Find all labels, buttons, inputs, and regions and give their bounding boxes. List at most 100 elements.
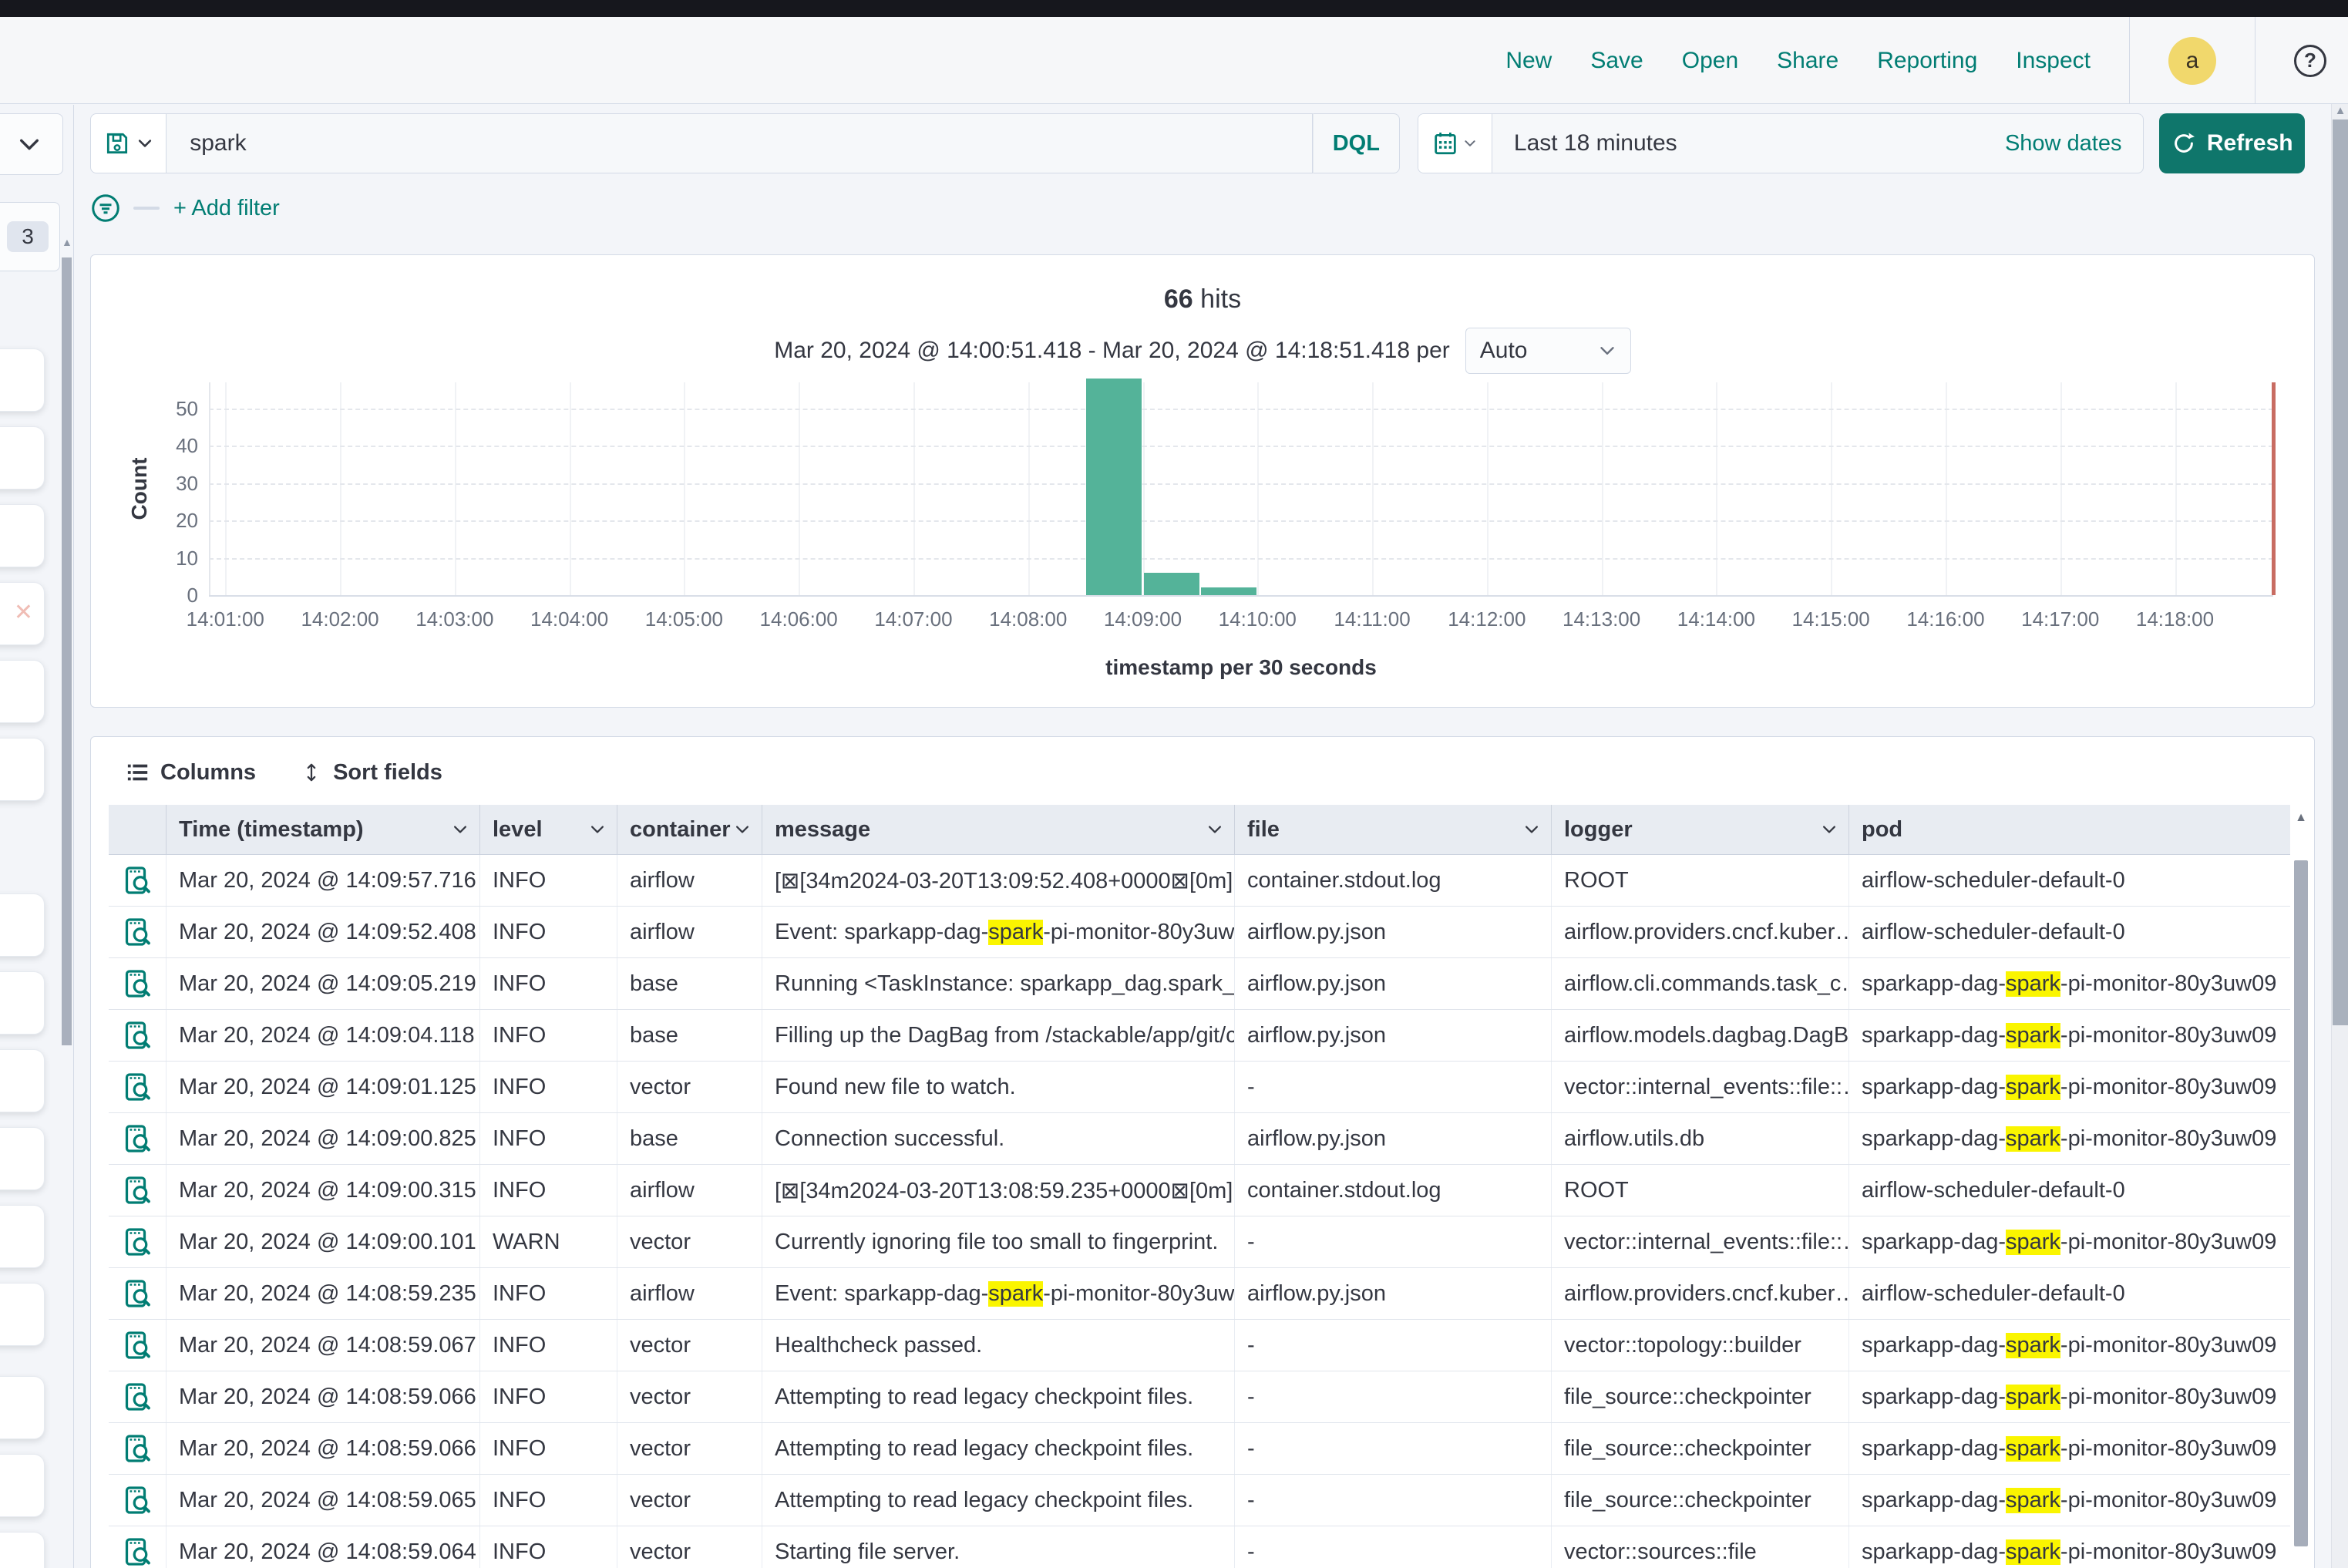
search-query-input[interactable]: spark [167, 113, 1313, 173]
histogram-chart[interactable]: 0102030405014:01:0014:02:0014:03:0014:04… [91, 255, 2314, 707]
file-cell[interactable]: - [1235, 1216, 1552, 1267]
level-cell[interactable]: INFO [480, 907, 617, 957]
file-cell[interactable]: airflow.py.json [1235, 958, 1552, 1009]
scroll-up-arrow-icon[interactable]: ▲ [2332, 104, 2348, 117]
message-cell[interactable]: Event: sparkapp-dag-spark-pi-monitor-80y… [762, 1268, 1235, 1319]
scroll-up-arrow-icon[interactable]: ▲ [2294, 811, 2308, 825]
message-cell[interactable]: Healthcheck passed. [762, 1320, 1235, 1371]
level-cell[interactable]: INFO [480, 1423, 617, 1474]
inspect-document-icon[interactable] [122, 1072, 153, 1102]
file-cell[interactable]: - [1235, 1475, 1552, 1526]
message-cell[interactable]: Event: sparkapp-dag-spark-pi-monitor-80y… [762, 907, 1235, 957]
remove-icon[interactable]: ✕ [14, 601, 33, 624]
inspect-document-icon[interactable] [122, 1330, 153, 1361]
time-cell[interactable]: Mar 20, 2024 @ 14:08:59.066 [167, 1423, 480, 1474]
container-cell[interactable]: vector [617, 1216, 762, 1267]
container-cell[interactable]: vector [617, 1062, 762, 1112]
pod-cell[interactable]: sparkapp-dag-spark-pi-monitor-80y3uw09 [1849, 1526, 2290, 1568]
page-scrollbar-thumb[interactable] [2333, 119, 2348, 1025]
field-card[interactable] [0, 348, 45, 412]
inspect-document-icon[interactable] [122, 1278, 153, 1309]
field-card[interactable] [0, 1205, 45, 1268]
inspect-document-icon[interactable] [122, 1433, 153, 1464]
inspect-document-icon[interactable] [122, 1485, 153, 1516]
container-cell[interactable]: airflow [617, 907, 762, 957]
scroll-up-arrow-icon[interactable]: ▲ [62, 236, 72, 248]
pod-cell[interactable]: sparkapp-dag-spark-pi-monitor-80y3uw09 [1849, 1475, 2290, 1526]
container-cell[interactable]: base [617, 1010, 762, 1061]
level-cell[interactable]: INFO [480, 855, 617, 906]
inspect-document-icon[interactable] [122, 865, 153, 896]
nav-link-reporting[interactable]: Reporting [1877, 48, 1977, 74]
refresh-button[interactable]: Refresh [2159, 113, 2305, 173]
time-cell[interactable]: Mar 20, 2024 @ 14:09:05.219 [167, 958, 480, 1009]
level-cell[interactable]: INFO [480, 1268, 617, 1319]
time-cell[interactable]: Mar 20, 2024 @ 14:09:04.118 [167, 1010, 480, 1061]
level-cell[interactable]: WARN [480, 1216, 617, 1267]
field-card[interactable]: ✕ [0, 582, 45, 645]
column-header-logger[interactable]: logger [1552, 805, 1849, 854]
logger-cell[interactable]: airflow.providers.cncf.kuber… [1552, 907, 1849, 957]
column-header-time-timestamp-[interactable]: Time (timestamp) [167, 805, 480, 854]
message-cell[interactable]: Attempting to read legacy checkpoint fil… [762, 1371, 1235, 1422]
logger-cell[interactable]: airflow.utils.db [1552, 1113, 1849, 1164]
column-header-level[interactable]: level [480, 805, 617, 854]
message-cell[interactable]: [⊠[34m2024-03-20T13:08:59.235+0000⊠[0m] … [762, 1165, 1235, 1216]
field-card[interactable] [0, 1127, 45, 1190]
file-cell[interactable]: - [1235, 1371, 1552, 1422]
histogram-bar[interactable] [1086, 379, 1142, 595]
time-cell[interactable]: Mar 20, 2024 @ 14:09:00.825 [167, 1113, 480, 1164]
message-cell[interactable]: Found new file to watch. [762, 1062, 1235, 1112]
field-card[interactable] [0, 504, 45, 567]
time-cell[interactable]: Mar 20, 2024 @ 14:09:00.101 [167, 1216, 480, 1267]
add-filter-button[interactable]: + Add filter [173, 196, 280, 221]
time-cell[interactable]: Mar 20, 2024 @ 14:08:59.065 [167, 1475, 480, 1526]
pod-cell[interactable]: sparkapp-dag-spark-pi-monitor-80y3uw09 [1849, 958, 2290, 1009]
file-cell[interactable]: airflow.py.json [1235, 907, 1552, 957]
message-cell[interactable]: Attempting to read legacy checkpoint fil… [762, 1475, 1235, 1526]
time-cell[interactable]: Mar 20, 2024 @ 14:09:00.315 [167, 1165, 480, 1216]
level-cell[interactable]: INFO [480, 1062, 617, 1112]
field-card[interactable] [0, 1049, 45, 1112]
container-cell[interactable]: vector [617, 1320, 762, 1371]
logger-cell[interactable]: vector::topology::builder [1552, 1320, 1849, 1371]
level-cell[interactable]: INFO [480, 1320, 617, 1371]
pod-cell[interactable]: sparkapp-dag-spark-pi-monitor-80y3uw09 [1849, 1423, 2290, 1474]
pod-cell[interactable]: airflow-scheduler-default-0 [1849, 1165, 2290, 1216]
inspect-document-icon[interactable] [122, 1226, 153, 1257]
logger-cell[interactable]: vector::internal_events::file::… [1552, 1062, 1849, 1112]
field-card[interactable] [0, 893, 45, 957]
message-cell[interactable]: Filling up the DagBag from /stackable/ap… [762, 1010, 1235, 1061]
nav-link-new[interactable]: New [1505, 48, 1552, 74]
column-header-pod[interactable]: pod [1849, 805, 2290, 854]
container-cell[interactable]: vector [617, 1475, 762, 1526]
file-cell[interactable]: - [1235, 1320, 1552, 1371]
container-cell[interactable]: airflow [617, 1165, 762, 1216]
level-cell[interactable]: INFO [480, 1113, 617, 1164]
inspect-document-icon[interactable] [122, 968, 153, 999]
sort-fields-button[interactable]: Sort fields [301, 760, 442, 786]
container-cell[interactable]: base [617, 958, 762, 1009]
chevron-down-icon[interactable] [1821, 821, 1838, 838]
field-card[interactable] [0, 738, 45, 801]
pod-cell[interactable]: sparkapp-dag-spark-pi-monitor-80y3uw09 [1849, 1216, 2290, 1267]
logger-cell[interactable]: airflow.models.dagbag.DagBag [1552, 1010, 1849, 1061]
saved-query-menu-button[interactable] [90, 113, 167, 173]
pod-cell[interactable]: sparkapp-dag-spark-pi-monitor-80y3uw09 [1849, 1010, 2290, 1061]
histogram-bar[interactable] [1201, 587, 1256, 595]
file-cell[interactable]: - [1235, 1526, 1552, 1568]
page-scrollbar[interactable]: ▲ [2331, 104, 2348, 1568]
logger-cell[interactable]: airflow.cli.commands.task_c… [1552, 958, 1849, 1009]
chevron-down-icon[interactable] [589, 821, 606, 838]
file-cell[interactable]: - [1235, 1423, 1552, 1474]
chevron-down-icon[interactable] [1206, 821, 1223, 838]
avatar[interactable]: a [2168, 37, 2216, 85]
time-cell[interactable]: Mar 20, 2024 @ 14:08:59.235 [167, 1268, 480, 1319]
pod-cell[interactable]: airflow-scheduler-default-0 [1849, 855, 2290, 906]
nav-link-inspect[interactable]: Inspect [2016, 48, 2091, 74]
chevron-down-icon[interactable] [452, 821, 469, 838]
logger-cell[interactable]: vector::internal_events::file::… [1552, 1216, 1849, 1267]
time-range-value[interactable]: Last 18 minutes [1492, 114, 2005, 173]
field-card[interactable] [0, 971, 45, 1035]
chevron-down-icon[interactable] [734, 821, 751, 838]
